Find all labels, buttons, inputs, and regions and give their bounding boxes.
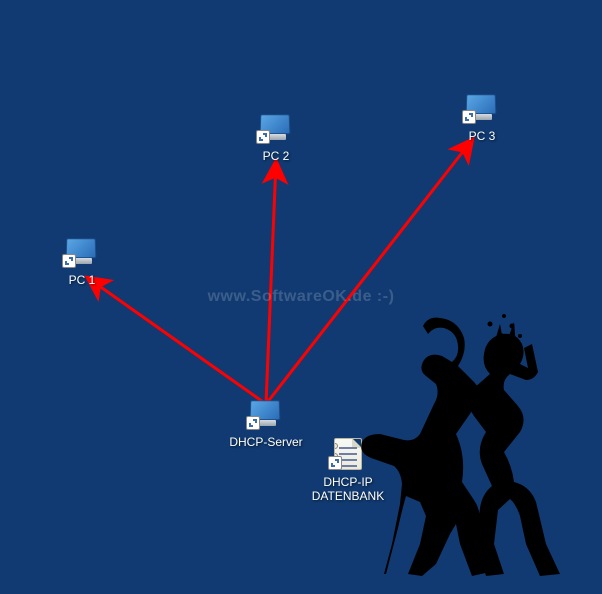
shortcut-pc3[interactable]: PC 3 [442,92,522,143]
shortcut-dhcp-server[interactable]: DHCP-Server [226,398,306,449]
computer-icon [462,92,502,124]
shortcut-label: DHCP-Server [226,435,306,449]
shortcut-arrow-icon [256,130,270,144]
shortcut-label: DHCP-IP DATENBANK [308,475,388,503]
shortcut-pc2[interactable]: PC 2 [236,112,316,163]
shortcut-arrow-icon [462,110,476,124]
computer-icon [256,112,296,144]
watermark-text: www.SoftwareOK.de :-) [208,288,395,306]
shortcut-arrow-icon [328,456,342,470]
shortcut-pc1[interactable]: PC 1 [42,236,122,287]
computer-icon [62,236,102,268]
notepad-icon [328,438,368,470]
shortcut-label: PC 2 [236,149,316,163]
shortcut-label: PC 1 [42,273,122,287]
shortcut-label: PC 3 [442,129,522,143]
shortcut-arrow-icon [246,416,260,430]
computer-icon [246,398,286,430]
shortcut-arrow-icon [62,254,76,268]
desktop-canvas: www.SoftwareOK.de :-) PC 1 PC 2 [4,4,598,590]
shortcut-dhcp-db[interactable]: DHCP-IP DATENBANK [308,438,388,503]
